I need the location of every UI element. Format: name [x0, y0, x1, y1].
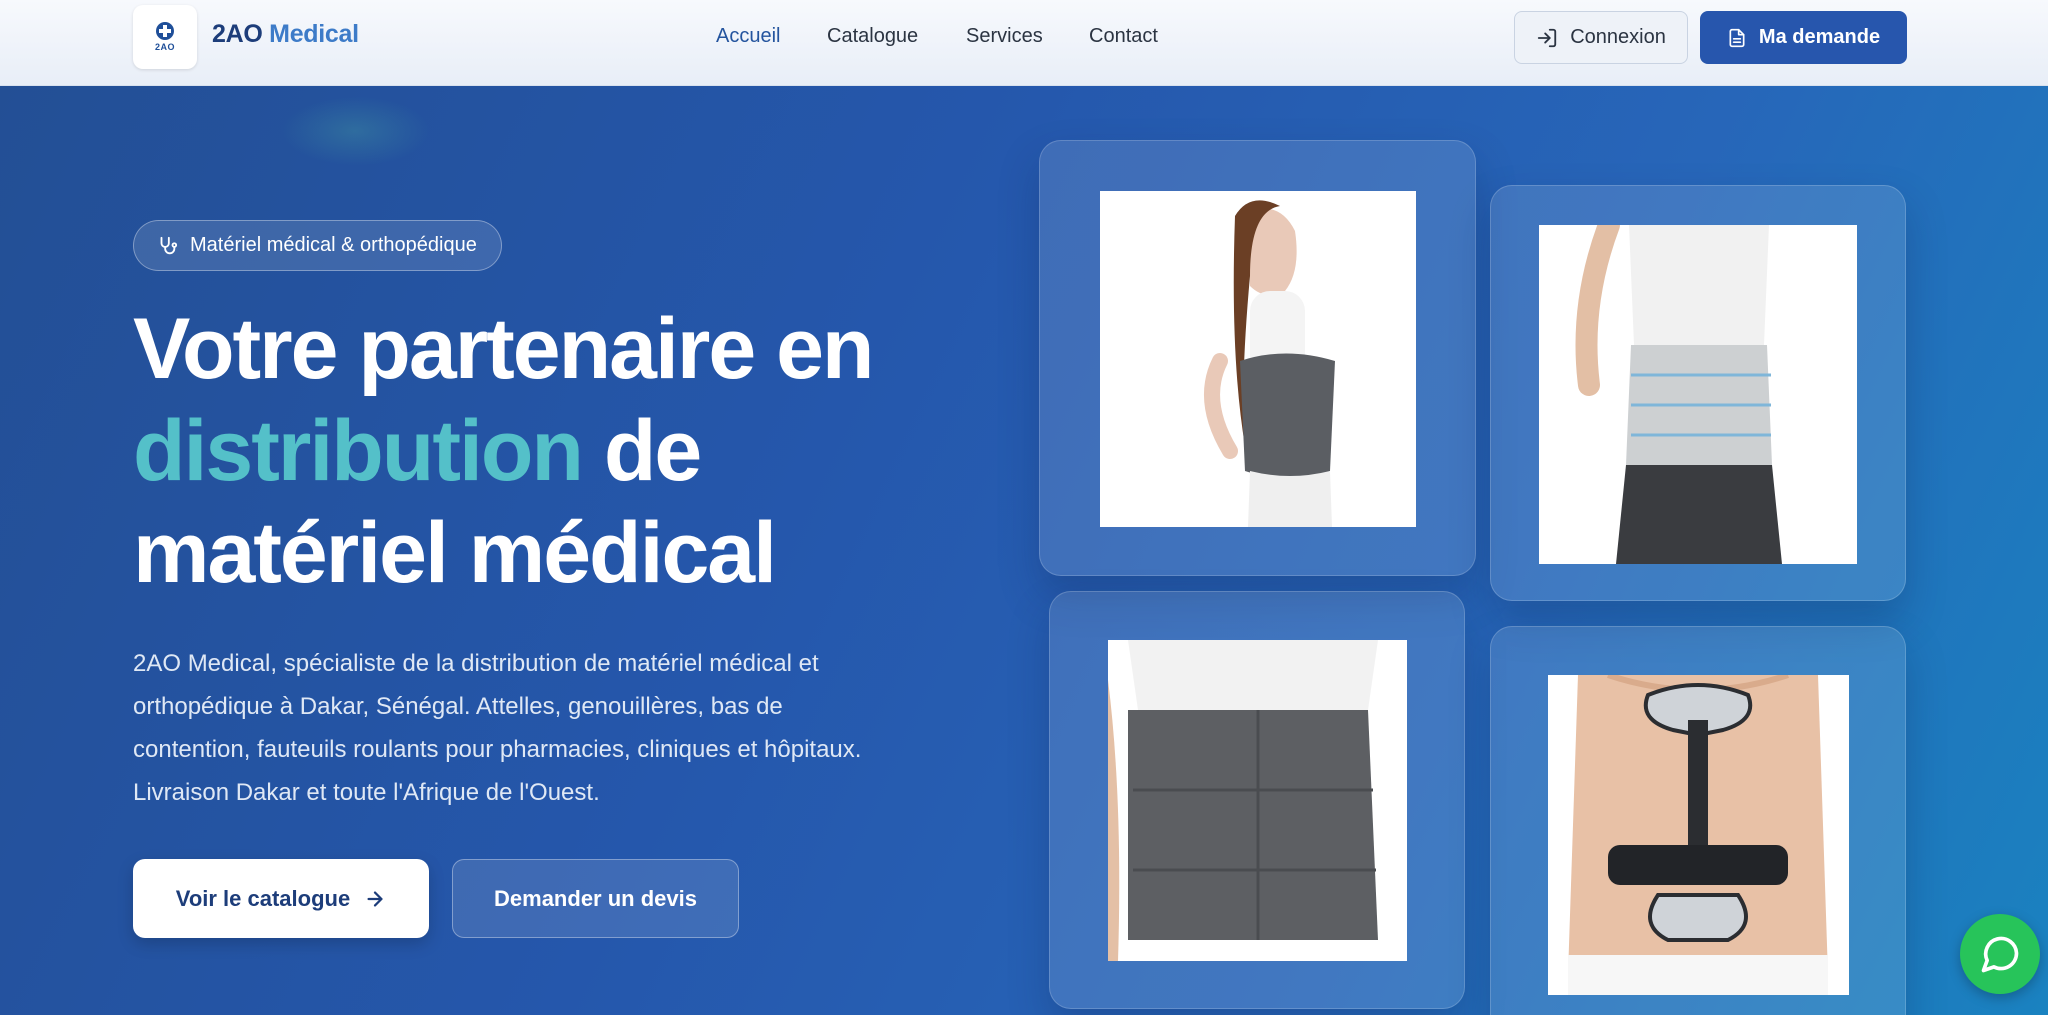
- my-request-button[interactable]: Ma demande: [1700, 11, 1907, 64]
- medical-cross-icon: [156, 22, 174, 40]
- nav-contact[interactable]: Contact: [1089, 25, 1158, 48]
- product-image-lumbar-belt-woman: [1100, 191, 1416, 527]
- my-request-label: Ma demande: [1758, 26, 1881, 48]
- login-button[interactable]: Connexion: [1514, 11, 1688, 64]
- brand-part-1: 2AO: [212, 20, 263, 48]
- title-line-2: de: [581, 403, 702, 499]
- product-image-spinal-brace: [1548, 675, 1849, 995]
- arrow-right-icon: [367, 890, 383, 907]
- request-quote-button[interactable]: Demander un devis: [452, 859, 739, 938]
- nav-accueil[interactable]: Accueil: [716, 25, 780, 48]
- product-card-3[interactable]: [1049, 591, 1465, 1009]
- view-catalogue-label: Voir le catalogue: [175, 885, 351, 911]
- hero-title: Votre partenaire en distribution de maté…: [133, 298, 973, 604]
- stethoscope-icon: [160, 236, 178, 254]
- title-line-1: Votre partenaire en: [133, 301, 874, 397]
- hero-description: 2AO Medical, spécialiste de la distribut…: [133, 650, 862, 806]
- request-quote-label: Demander un devis: [494, 885, 697, 911]
- category-badge: Matériel médical & orthopédique: [133, 220, 502, 271]
- badge-label: Matériel médical & orthopédique: [190, 234, 477, 256]
- chat-icon: [1981, 936, 2019, 973]
- logo[interactable]: 2AO: [133, 5, 197, 69]
- hero-section: Matériel médical & orthopédique Votre pa…: [0, 86, 2048, 1015]
- title-line-3: matériel médical: [133, 505, 777, 601]
- site-header: 2AO 2AO Medical Accueil Catalogue Servic…: [0, 0, 2048, 86]
- brand-name[interactable]: 2AO Medical: [212, 20, 359, 49]
- product-card-1[interactable]: [1039, 140, 1476, 576]
- title-accent: distribution: [133, 403, 584, 499]
- product-image-abdominal-belt: [1539, 225, 1857, 564]
- login-label: Connexion: [1570, 26, 1666, 48]
- nav-services[interactable]: Services: [966, 25, 1043, 48]
- logo-text: 2AO: [154, 42, 175, 52]
- product-image-wide-lumbar-belt: [1108, 640, 1407, 961]
- whatsapp-chat-button[interactable]: [1960, 914, 2040, 994]
- brand-part-2: Medical: [269, 20, 359, 48]
- product-card-4[interactable]: [1490, 626, 1906, 1015]
- login-icon: [1538, 28, 1557, 47]
- view-catalogue-button[interactable]: Voir le catalogue: [133, 859, 429, 938]
- document-icon: [1729, 28, 1745, 47]
- product-card-2[interactable]: [1490, 185, 1906, 601]
- nav-catalogue[interactable]: Catalogue: [827, 25, 918, 48]
